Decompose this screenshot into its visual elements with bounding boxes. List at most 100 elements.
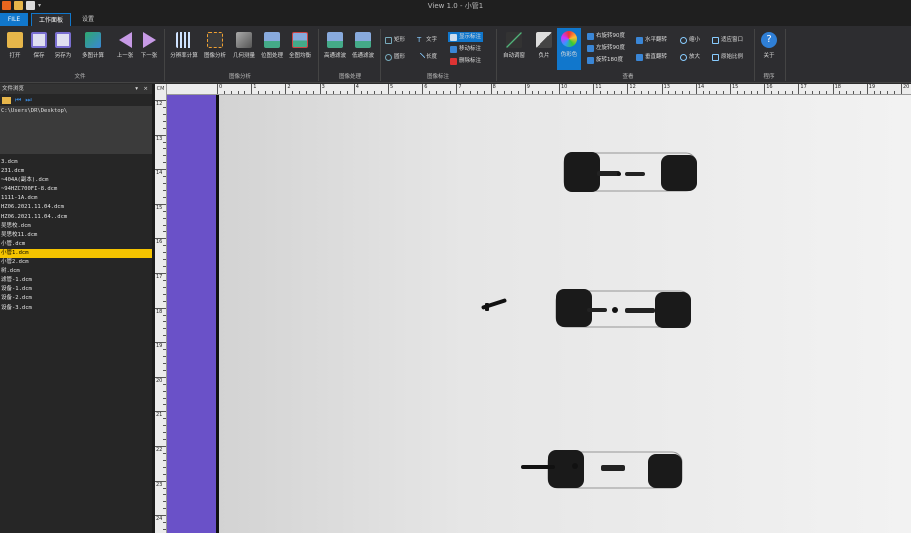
original-scale-button[interactable]: 原始比例 [712,52,743,62]
ruler-tick [163,155,166,157]
file-list-item[interactable]: HZ06.2021.11.04..dcm [0,213,152,222]
ruler-tick [163,217,166,219]
file-list-item[interactable]: 231.dcm [0,167,152,176]
ruler-tick [237,91,239,94]
file-list-item[interactable]: 小管1.dcm [0,248,152,259]
pseudo-color-button[interactable]: 伪彩色 [557,28,581,70]
ruler-tick [586,91,588,94]
ruler-tick [251,84,253,94]
file-list-item[interactable]: 滤管-1.dcm [0,276,152,285]
file-list-item[interactable]: 1111-1A.dcm [0,194,152,203]
ruler-label: 2 [287,84,291,90]
ruler-tick [901,84,902,94]
text-annotation-button[interactable]: T 文字 [417,35,437,45]
length-icon [415,52,426,62]
image-analysis-button[interactable]: 图像分析 [201,29,229,69]
ruler-tick [565,91,567,94]
file-list-item[interactable]: 吴思校.dcm [0,222,152,231]
zoom-out-button[interactable]: 缩小 [680,35,700,45]
file-list-item[interactable]: 设备-1.dcm [0,285,152,294]
bitmap-process-button[interactable]: 位图处理 [258,29,286,69]
open-button[interactable]: 打开 [2,29,28,69]
ruler-tick [784,91,786,94]
negative-icon [536,32,552,48]
auto-window-icon [506,32,522,48]
next-image-button[interactable]: 下一张 [136,29,162,69]
show-annotation-button[interactable]: 显示标注 [448,32,484,42]
lowpass-icon [355,32,371,48]
file-browser-header: 文件浏览 ▾ × [0,84,152,94]
group-separator [164,29,165,81]
prev-image-button[interactable]: 上一张 [112,29,138,69]
close-icon[interactable]: × [143,84,148,94]
file-list-item[interactable]: 吴思校11.dcm [0,231,152,240]
circle-annotation-button[interactable]: 圆形 [385,52,405,62]
ruler-tick [613,91,615,94]
ruler-tick [730,84,731,94]
rect-annotation-button[interactable]: 矩形 [385,35,405,45]
ruler-tick [163,335,166,337]
ruler-tick [163,210,166,212]
zoom-in-button[interactable]: 放大 [680,52,700,62]
save-button[interactable]: 保存 [26,29,52,69]
flip-vertical-button[interactable]: 垂直翻转 [636,52,667,62]
ruler-tick [163,501,166,503]
file-list-item[interactable]: 3.dcm [0,158,152,167]
geometry-measure-button[interactable]: 几何测量 [230,29,258,69]
ruler-tick [374,91,376,94]
ruler-tick [463,91,465,94]
rotate-180-button[interactable]: 旋转180度 [587,55,623,65]
file-list-item[interactable]: 设备-3.dcm [0,304,152,313]
auto-window-button[interactable]: 自动调窗 [500,29,528,69]
delete-annotation-button[interactable]: 删除标注 [450,56,481,66]
save-as-button[interactable]: 另存为 [50,29,76,69]
file-list-item[interactable]: HZ06.2021.11.04.dcm [0,203,152,212]
tube-middle [555,289,691,328]
ruler-tick [163,266,166,268]
ruler-tick [163,321,166,323]
last-file-icon[interactable]: ⏭ [25,96,31,105]
flip-horizontal-button[interactable]: 水平翻转 [636,35,667,45]
multi-calc-button[interactable]: 多图计算 [80,29,106,69]
ruler-tick [381,91,383,94]
tab-file[interactable]: FILE [0,13,28,26]
rotate-left-90-button[interactable]: 左旋转90度 [587,43,625,53]
ruler-tick [163,106,166,108]
highpass-filter-button[interactable]: 高通滤波 [322,29,348,69]
ribbon: 打开 保存 另存为 多图计算 上一张 下一张 文件 分辨率计算 图像分析 几何测… [0,26,911,83]
file-list-item[interactable]: 树.dcm [0,267,152,276]
file-list-item[interactable]: 设备-2.dcm [0,294,152,303]
about-button[interactable]: ? 关于 [757,29,781,69]
picture-icon [264,32,280,48]
ruler-label: 11 [595,84,602,90]
negative-button[interactable]: 负片 [532,29,556,69]
file-list-item[interactable]: ~94HZC700FI-8.dcm [0,185,152,194]
ruler-tick [552,91,554,94]
ruler-tick [223,91,225,94]
first-file-icon[interactable]: ⏮ [15,96,21,105]
file-list-item[interactable]: 小管2.dcm [0,258,152,267]
ruler-tick [271,91,273,94]
tab-workpanel[interactable]: 工作面板 [31,13,71,26]
ruler-tick [805,91,807,94]
file-list-item[interactable]: ~404A(副本).dcm [0,176,152,185]
ruler-tick [750,91,752,94]
ruler-tick [312,91,314,94]
tab-settings[interactable]: 设置 [74,13,102,26]
file-browser-toolbar: ⏮ ⏭ [0,94,152,106]
circle-icon [385,53,392,61]
fit-window-button[interactable]: 适应窗口 [712,35,743,45]
rotate-right-90-button[interactable]: 右旋转90度 [587,31,625,41]
open-folder-icon[interactable] [2,96,11,104]
resolution-calc-button[interactable]: 分辨率计算 [169,29,199,69]
lowpass-filter-button[interactable]: 低通滤波 [350,29,376,69]
file-list-item[interactable]: 小管.dcm [0,240,152,249]
ruler-tick [305,91,307,94]
length-annotation-button[interactable]: 长度 [415,52,437,62]
ruler-tick [675,91,677,94]
ruler-tick [415,91,417,94]
move-annotation-button[interactable]: 移动标注 [450,44,481,54]
ruler-tick [429,91,431,94]
full-equalize-button[interactable]: 全图均衡 [286,29,314,69]
pin-dropdown-icon[interactable]: ▾ [135,84,138,94]
